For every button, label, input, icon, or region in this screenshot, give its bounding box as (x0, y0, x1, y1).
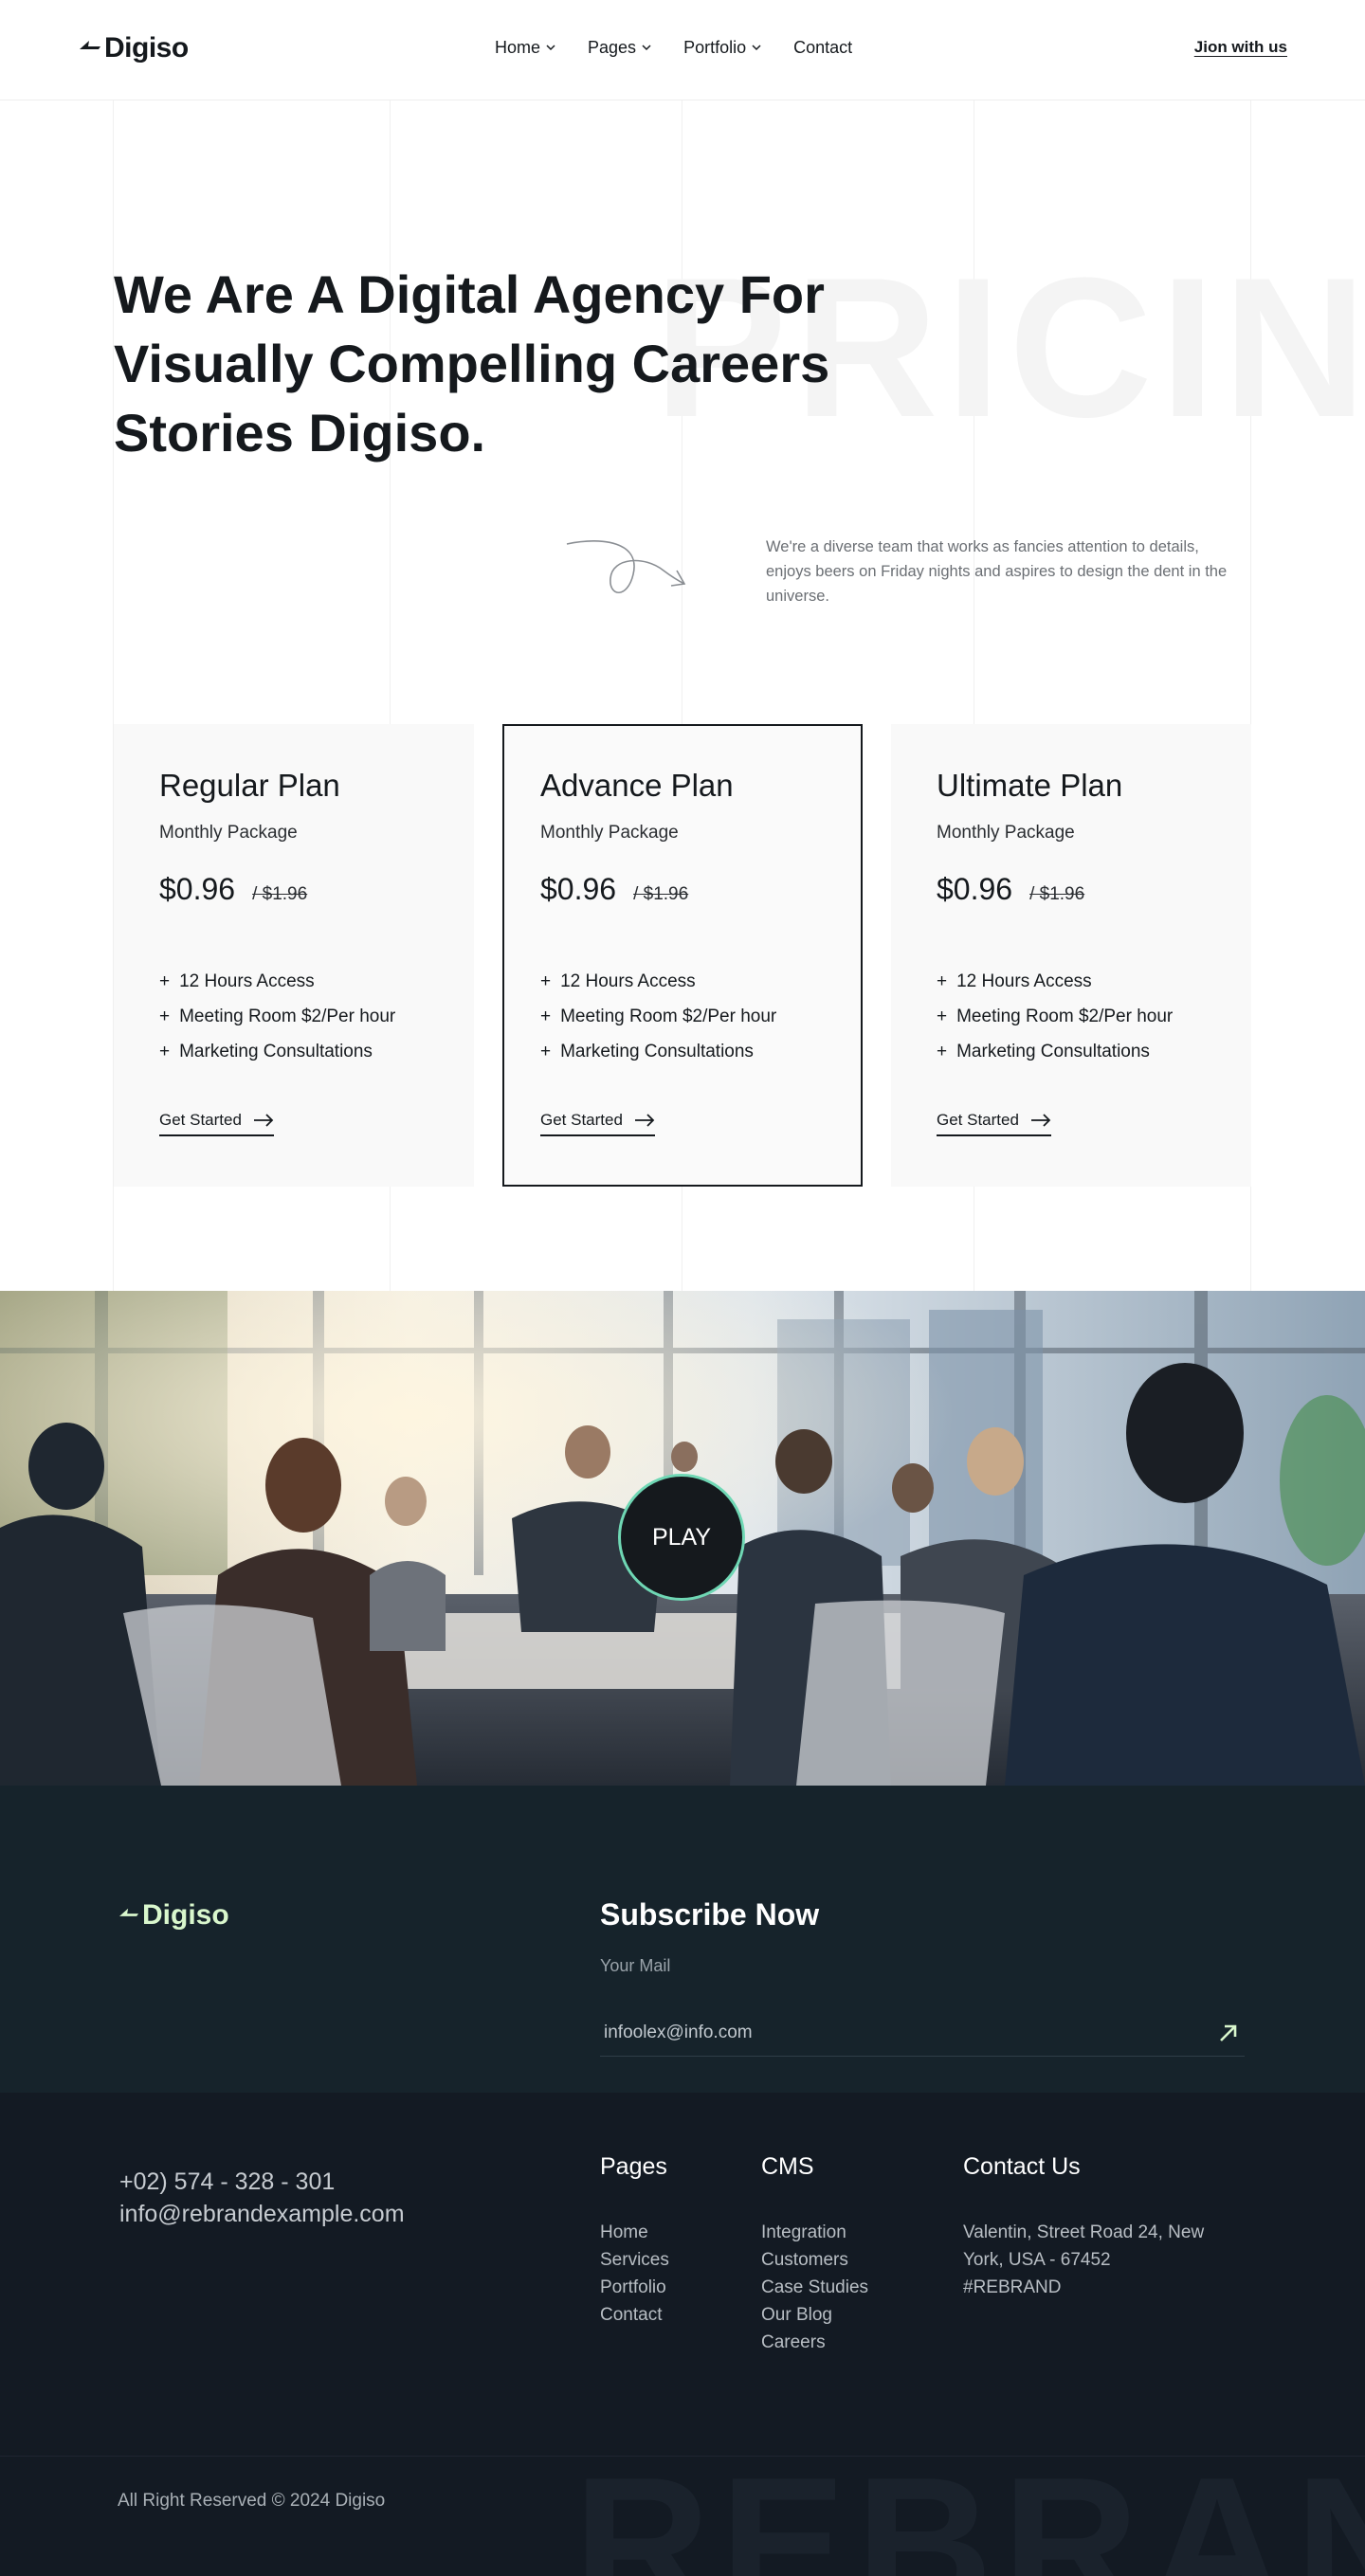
feature-list: +12 Hours Access + Meeting Room $2/Per ho… (159, 964, 428, 1069)
join-with-us-link[interactable]: Jion with us (1194, 38, 1287, 57)
plan-name: Ultimate Plan (937, 768, 1123, 803)
menu-item-label: Portfolio (683, 38, 747, 57)
feature-item: + Marketing Consultations (937, 1042, 1150, 1061)
pricing-plans: Regular Plan Monthly Package $0.96 / $1.… (114, 724, 1251, 1187)
feature-list: +12 Hours Access + Meeting Room $2/Per ho… (937, 964, 1206, 1069)
get-started-link[interactable]: Get Started (540, 1111, 655, 1136)
curly-arrow-icon (566, 540, 686, 593)
contact-tag: #REBRAND (963, 2277, 1062, 2297)
logo-text: Digiso (104, 32, 189, 63)
current-price: $0.96 (540, 872, 617, 906)
top-navigation: Digiso Home Pages Portfolio Contact Jion… (0, 0, 1365, 100)
menu-item-label: Pages (588, 38, 637, 57)
plan-card-regular: Regular Plan Monthly Package $0.96 / $1.… (114, 724, 474, 1187)
video-banner: PLAY (0, 1291, 1365, 1786)
column-title: CMS (761, 2153, 814, 2180)
subscribe-title: Subscribe Now (600, 1897, 820, 1932)
plan-price: $0.96 / $1.96 (937, 872, 1206, 907)
footer-pages-column: Pages Home Services Portfolio Contact (600, 2153, 669, 2329)
feature-item: + Meeting Room $2/Per hour (540, 1007, 777, 1026)
play-button[interactable]: PLAY (618, 1474, 745, 1601)
chevron-down-icon (642, 45, 651, 51)
contact-address: Valentin, Street Road 24, New York, USA … (963, 2222, 1205, 2270)
footer-cms-column: CMS Integration Customers Case Studies O… (761, 2153, 868, 2356)
old-price: / $1.96 (633, 884, 689, 904)
plan-name: Regular Plan (159, 768, 340, 803)
column-title: Contact Us (963, 2153, 1081, 2180)
plan-card-ultimate: Ultimate Plan Monthly Package $0.96 / $1… (891, 724, 1251, 1187)
footer-email[interactable]: info@rebrandexample.com (119, 2201, 405, 2228)
arrow-right-icon (253, 1114, 274, 1127)
footer-link-contact[interactable]: Contact (600, 2301, 669, 2329)
rebrand-watermark: REBRAND (573, 2439, 1365, 2576)
feature-item: + Meeting Room $2/Per hour (937, 1007, 1174, 1026)
footer-contact-column: Contact Us Valentin, Street Road 24, New… (963, 2153, 1247, 2301)
get-started-link[interactable]: Get Started (159, 1111, 274, 1136)
footer-link-portfolio[interactable]: Portfolio (600, 2274, 669, 2301)
footer-logo[interactable]: Digiso (118, 1899, 229, 1932)
menu-item-home[interactable]: Home (495, 38, 555, 58)
menu-item-portfolio[interactable]: Portfolio (683, 38, 761, 58)
footer-link-blog[interactable]: Our Blog (761, 2301, 868, 2329)
plan-name: Advance Plan (540, 768, 734, 803)
plan-price: $0.96 / $1.96 (540, 872, 817, 907)
column-title: Pages (600, 2153, 667, 2180)
email-field[interactable] (600, 2009, 1245, 2057)
feature-item: +12 Hours Access (937, 971, 1092, 991)
logo[interactable]: Digiso (78, 32, 189, 64)
main-menu: Home Pages Portfolio Contact (495, 38, 852, 58)
footer-link-integration[interactable]: Integration (761, 2219, 868, 2246)
get-started-label: Get Started (937, 1111, 1019, 1129)
old-price: / $1.96 (252, 884, 308, 904)
old-price: / $1.96 (1029, 884, 1085, 904)
feature-list: +12 Hours Access + Meeting Room $2/Per ho… (540, 964, 817, 1069)
get-started-label: Get Started (540, 1111, 623, 1129)
feature-item: + Marketing Consultations (159, 1042, 373, 1061)
logo-text: Digiso (142, 1899, 229, 1931)
plan-card-advance: Advance Plan Monthly Package $0.96 / $1.… (502, 724, 863, 1187)
current-price: $0.96 (937, 872, 1013, 906)
plan-subtitle: Monthly Package (159, 823, 298, 843)
menu-item-pages[interactable]: Pages (588, 38, 651, 58)
footer-link-home[interactable]: Home (600, 2219, 669, 2246)
arrow-right-icon (1030, 1114, 1051, 1127)
footer-link-case-studies[interactable]: Case Studies (761, 2274, 868, 2301)
plan-price: $0.96 / $1.96 (159, 872, 428, 907)
logo-bolt-icon (80, 41, 100, 49)
chevron-down-icon (546, 45, 555, 51)
chevron-down-icon (752, 45, 761, 51)
copyright: All Right Reserved © 2024 Digiso (118, 2491, 386, 2511)
get-started-label: Get Started (159, 1111, 242, 1129)
current-price: $0.96 (159, 872, 236, 906)
footer-divider (0, 2456, 1365, 2457)
arrow-up-right-icon[interactable] (1216, 2021, 1241, 2045)
plan-subtitle: Monthly Package (937, 823, 1075, 843)
feature-item: + Marketing Consultations (540, 1042, 754, 1061)
footer: +02) 574 - 328 - 301 info@rebrandexample… (0, 2093, 1365, 2576)
arrow-right-icon (634, 1114, 655, 1127)
hero-pricing-section: PRICIN We Are A Digital Agency For Visua… (0, 100, 1365, 1291)
footer-link-customers[interactable]: Customers (761, 2246, 868, 2274)
plan-subtitle: Monthly Package (540, 823, 679, 843)
logo-bolt-icon (119, 1908, 138, 1916)
hero-description: We're a diverse team that works as fanci… (766, 538, 1228, 605)
menu-item-label: Contact (793, 38, 853, 57)
footer-link-services[interactable]: Services (600, 2246, 669, 2274)
subscribe-section: Digiso Subscribe Now Your Mail (0, 1786, 1365, 2093)
feature-item: +12 Hours Access (540, 971, 696, 991)
feature-item: +12 Hours Access (159, 971, 315, 991)
menu-item-label: Home (495, 38, 541, 57)
menu-item-contact[interactable]: Contact (793, 38, 852, 58)
get-started-link[interactable]: Get Started (937, 1111, 1051, 1136)
hero-title: We Are A Digital Agency For Visually Com… (114, 264, 830, 463)
footer-link-careers[interactable]: Careers (761, 2329, 868, 2356)
mail-label: Your Mail (600, 1956, 671, 1975)
footer-phone[interactable]: +02) 574 - 328 - 301 (119, 2168, 335, 2196)
feature-item: + Meeting Room $2/Per hour (159, 1007, 396, 1026)
